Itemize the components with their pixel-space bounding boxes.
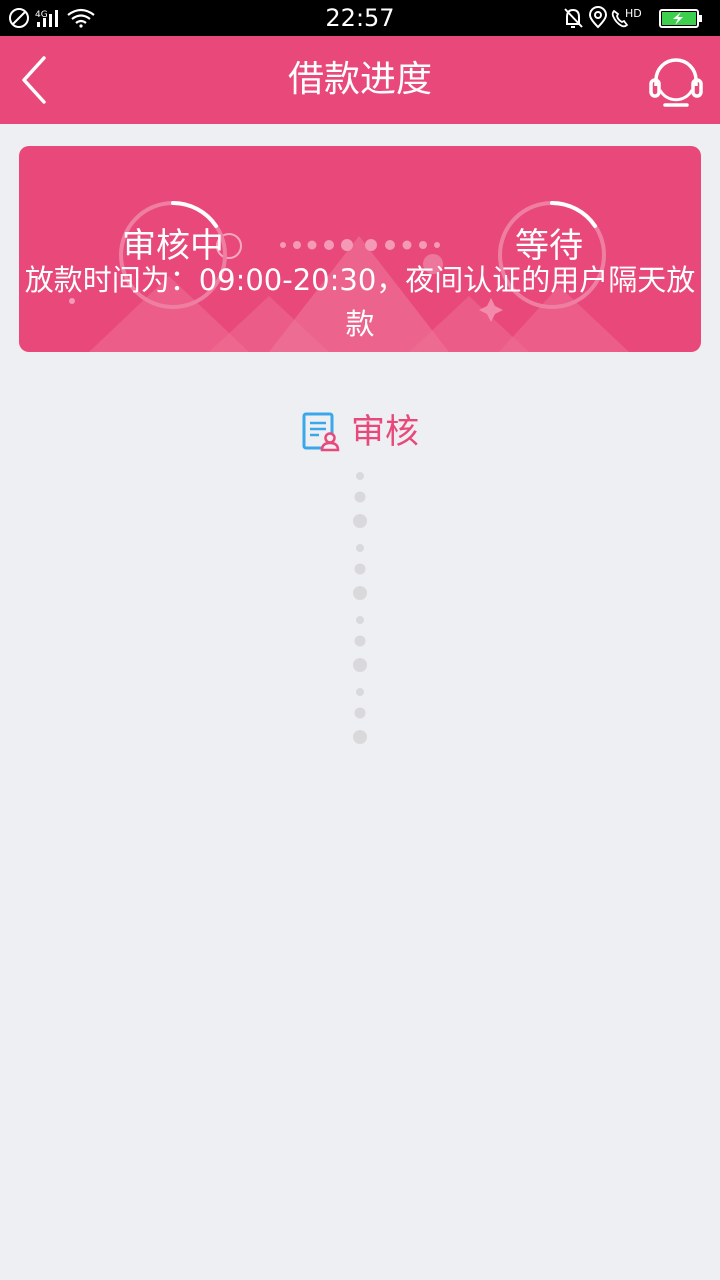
call-hd-icon: HD [611,7,642,28]
progress-step-title: 审核 [351,412,419,452]
status-right-icons: HD [562,6,712,30]
page-title: 借款进度 [287,59,432,100]
progress-timeline-dots [353,472,367,744]
progress-banner: 审核中 等待 放款时间为：09:00-20:30，夜间认证的用户隔天放款 [19,146,701,352]
headset-icon [649,58,703,107]
location-icon [588,6,608,29]
loan-time-notice: 放款时间为：09:00-20:30，夜间认证的用户隔天放款 [24,263,696,341]
mute-icon [564,8,583,28]
progress-step-header: 审核 [0,408,720,456]
review-document-icon [302,412,340,452]
status-bar: 4G 22:57 HD [0,0,720,36]
chevron-left-icon [22,56,46,104]
header-bar: 借款进度 [0,36,720,124]
hd-label: HD [625,7,642,20]
battery-charging-icon [659,9,702,28]
customer-service-button[interactable] [646,52,706,112]
back-button[interactable] [14,54,58,106]
